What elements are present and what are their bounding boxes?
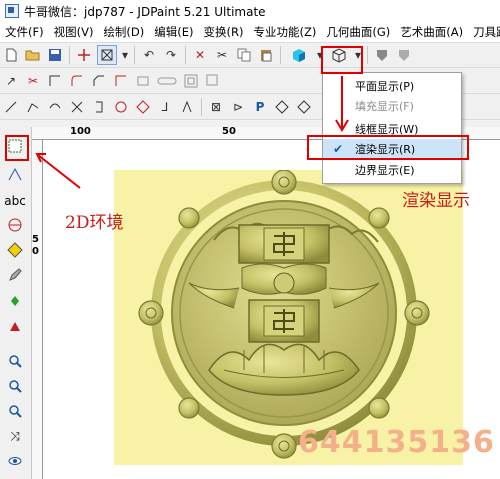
annotation-render-display: 渲染显示: [402, 191, 470, 211]
annotation-2d-env: 2D环境: [65, 213, 124, 233]
annotation-arrows: [35, 76, 349, 189]
watermark: 644135136: [298, 425, 495, 460]
